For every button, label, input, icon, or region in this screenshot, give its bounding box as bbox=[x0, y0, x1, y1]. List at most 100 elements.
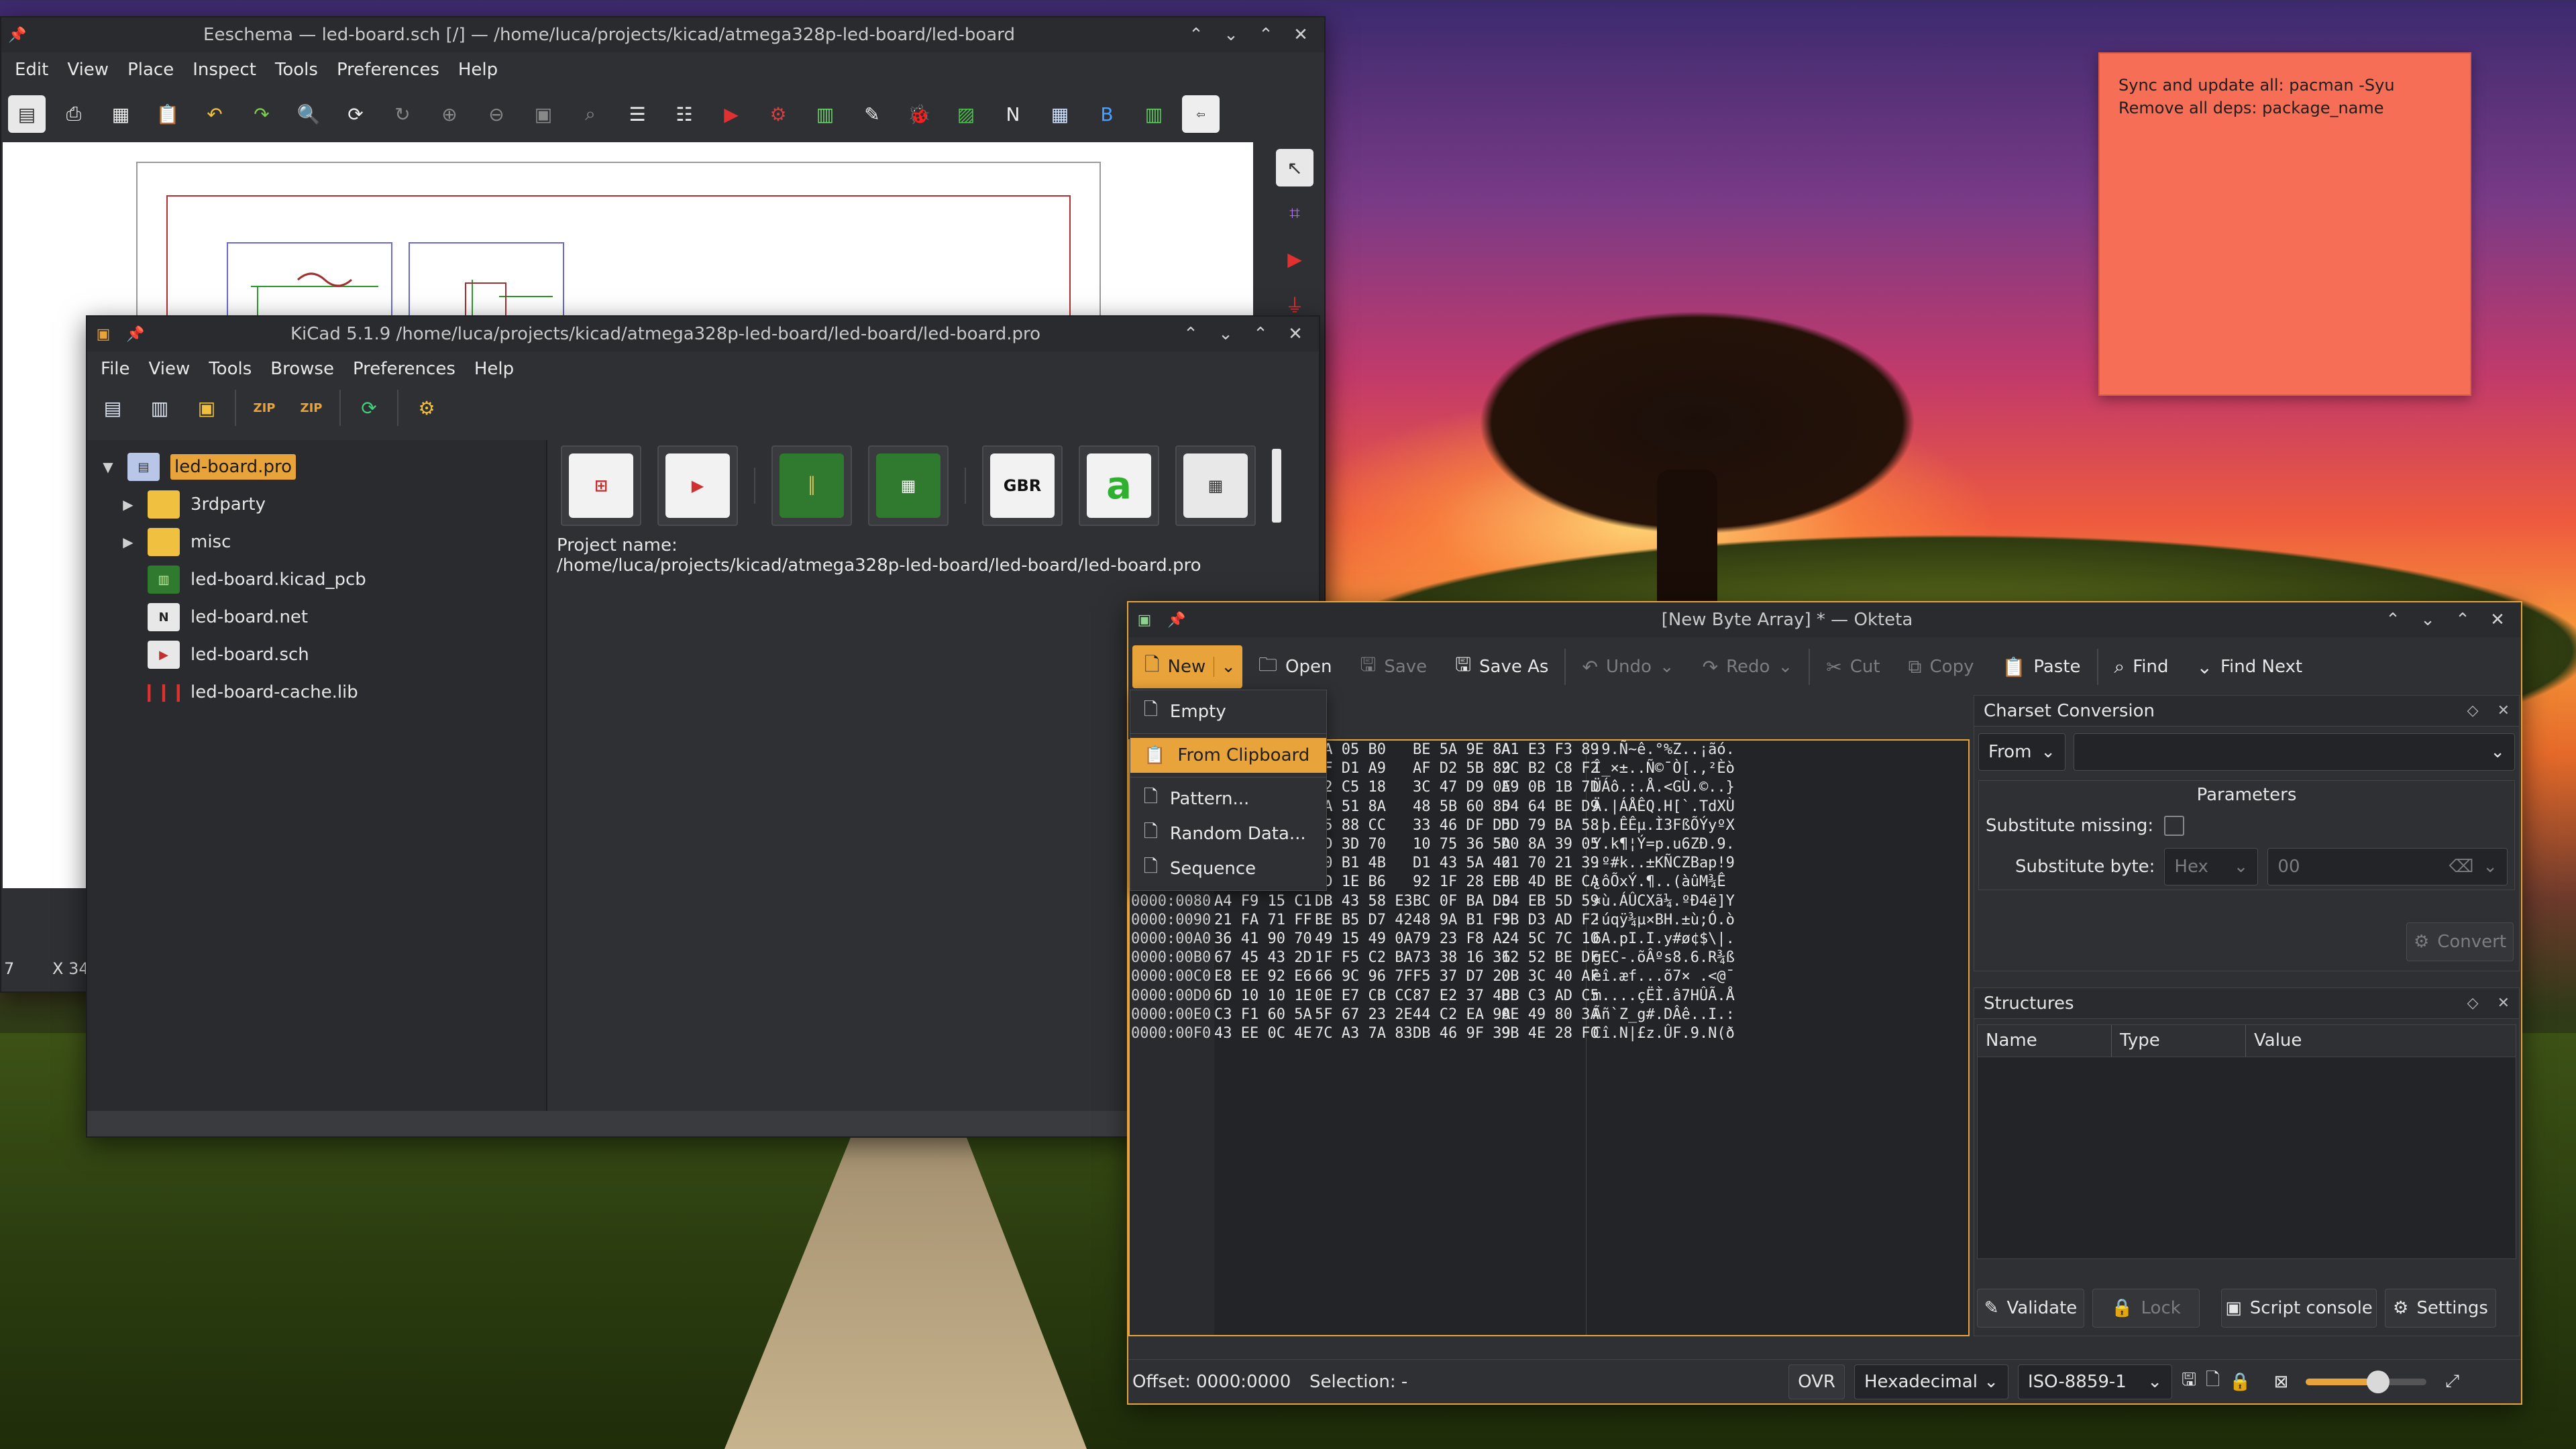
menu-edit[interactable]: Edit bbox=[5, 60, 58, 80]
clear-input-icon[interactable]: ⌫ bbox=[2449, 857, 2473, 877]
menu-item-from-clipboard[interactable]: 📋 From Clipboard bbox=[1130, 738, 1326, 773]
keep-above-icon[interactable]: ⌃ bbox=[1179, 323, 1202, 345]
assign-footprints-icon[interactable]: ▨ bbox=[947, 95, 985, 133]
paste-icon[interactable]: 📋 bbox=[149, 95, 186, 133]
lock-button[interactable]: 🔒 Lock bbox=[2092, 1289, 2200, 1328]
float-panel-icon[interactable]: ◇ bbox=[2467, 995, 2479, 1012]
maximize-icon[interactable]: ⌃ bbox=[1254, 23, 1277, 46]
script-console-button[interactable]: ▣ Script console bbox=[2221, 1289, 2377, 1328]
menu-item-sequence[interactable]: 🗋 Sequence bbox=[1130, 851, 1326, 886]
refresh-icon[interactable]: ↻ bbox=[384, 95, 421, 133]
direction-select[interactable]: From ⌄ bbox=[1978, 733, 2065, 771]
zoom-slider-handle[interactable] bbox=[2367, 1370, 2390, 1393]
lock-status-icon[interactable]: 🔒 bbox=[2229, 1372, 2251, 1392]
tree-item-3rdparty[interactable]: ▶ 3rdparty bbox=[99, 486, 546, 523]
undo-dropdown-icon[interactable]: ⌄ bbox=[1660, 657, 1674, 677]
substitute-byte-input[interactable]: 00 ⌫ ⌄ bbox=[2267, 848, 2508, 885]
new-button[interactable]: 🗋 New ⌄ bbox=[1132, 645, 1243, 688]
launch-symbol-editor[interactable]: ▶ bbox=[657, 445, 738, 526]
modified-status-icon[interactable]: 🗋 bbox=[2206, 1367, 2220, 1397]
launch-eeschema[interactable]: ⊞ bbox=[561, 445, 641, 526]
refresh-tree-icon[interactable]: ⟳ bbox=[350, 389, 388, 427]
pcbnew-icon[interactable]: ▥ bbox=[1135, 95, 1173, 133]
substitute-missing-checkbox[interactable] bbox=[2164, 816, 2185, 836]
back-annotate-icon[interactable]: ⇦ bbox=[1182, 95, 1220, 133]
symbol-editor-icon[interactable]: ▶ bbox=[712, 95, 750, 133]
zoom-slider[interactable] bbox=[2306, 1370, 2427, 1393]
charset-select[interactable]: ⌄ bbox=[2074, 733, 2515, 771]
fullscreen-icon[interactable]: ⤢ bbox=[2445, 1371, 2459, 1392]
open-project-icon[interactable]: ▣ bbox=[188, 389, 225, 427]
minimize-icon[interactable]: ⌄ bbox=[1214, 323, 1237, 345]
hierarchy-icon[interactable]: ☰ bbox=[619, 95, 656, 133]
launch-pcbnew[interactable]: ║ bbox=[771, 445, 852, 526]
bug-icon[interactable]: 🐞 bbox=[900, 95, 938, 133]
keep-above-icon[interactable]: ⌃ bbox=[2381, 608, 2404, 631]
zoom-fit-icon[interactable]: ⊠ bbox=[2273, 1372, 2288, 1392]
sticky-note[interactable]: Sync and update all: pacman -Syu Remove … bbox=[2098, 52, 2471, 396]
column-value[interactable]: Value bbox=[2246, 1025, 2516, 1057]
new-project-icon[interactable]: ▤ bbox=[94, 389, 131, 427]
erc-icon[interactable]: ✎ bbox=[853, 95, 891, 133]
maximize-icon[interactable]: ⌃ bbox=[2451, 608, 2474, 631]
menu-view[interactable]: View bbox=[58, 60, 118, 80]
redo-button[interactable]: ↷ Redo ⌄ bbox=[1690, 645, 1805, 688]
menu-place[interactable]: Place bbox=[118, 60, 183, 80]
redo-icon[interactable]: ↷ bbox=[243, 95, 280, 133]
save-status-icon[interactable]: 🖫 bbox=[2182, 1367, 2196, 1397]
tree-item-cache-lib[interactable]: ❙❙❙ led-board-cache.lib bbox=[99, 674, 546, 711]
print-icon[interactable]: ⎙ bbox=[55, 95, 93, 133]
unarchive-zip-icon[interactable]: ZIP bbox=[292, 389, 330, 427]
close-panel-icon[interactable]: ✕ bbox=[2498, 702, 2510, 719]
tree-item-misc[interactable]: ▶ misc bbox=[99, 523, 546, 561]
column-name[interactable]: Name bbox=[1978, 1025, 2112, 1057]
find-icon[interactable]: 🔍 bbox=[290, 95, 327, 133]
find-button[interactable]: ⌕ Find bbox=[2102, 645, 2181, 688]
new-sheet-icon[interactable]: ▤ bbox=[8, 95, 46, 133]
zoom-selection-icon[interactable]: ⌕ bbox=[572, 95, 609, 133]
menu-inspect[interactable]: Inspect bbox=[183, 60, 266, 80]
find-replace-icon[interactable]: ⟳ bbox=[337, 95, 374, 133]
zoom-out-icon[interactable]: ⊖ bbox=[478, 95, 515, 133]
pin-icon[interactable]: 📌 bbox=[119, 326, 152, 343]
save-as-button[interactable]: 🖫 Save As bbox=[1443, 645, 1560, 688]
menu-preferences[interactable]: Preferences bbox=[343, 359, 465, 379]
symbol-browser-icon[interactable]: ⚙ bbox=[759, 95, 797, 133]
new-from-template-icon[interactable]: ▥ bbox=[141, 389, 178, 427]
redo-dropdown-icon[interactable]: ⌄ bbox=[1778, 657, 1792, 677]
new-dropdown-icon[interactable]: ⌄ bbox=[1214, 657, 1236, 677]
menu-help[interactable]: Help bbox=[465, 359, 523, 379]
expand-arrow-icon[interactable]: ▶ bbox=[119, 534, 137, 550]
ovr-toggle[interactable]: OVR bbox=[1788, 1364, 1845, 1399]
keep-above-icon[interactable]: ⌃ bbox=[1185, 23, 1208, 46]
archive-zip-icon[interactable]: ZIP bbox=[246, 389, 283, 427]
highlight-net-icon[interactable]: ⌗ bbox=[1276, 195, 1313, 232]
menu-browse[interactable]: Browse bbox=[261, 359, 343, 379]
tree-root-row[interactable]: ▼ ▤ led-board.pro bbox=[99, 448, 546, 486]
plot-icon[interactable]: ▦ bbox=[102, 95, 140, 133]
bom-icon[interactable]: B bbox=[1088, 95, 1126, 133]
okteta-window[interactable]: ▣ 📌 [New Byte Array] * — Okteta ⌃ ⌄ ⌃ ✕ … bbox=[1127, 601, 2522, 1405]
menu-view[interactable]: View bbox=[140, 359, 200, 379]
zoom-fit-icon[interactable]: ▣ bbox=[525, 95, 562, 133]
validate-button[interactable]: ✎ Validate bbox=[1977, 1289, 2084, 1328]
structures-table[interactable]: Name Type Value bbox=[1977, 1024, 2516, 1259]
tree-item-net[interactable]: N led-board.net bbox=[99, 598, 546, 636]
charset-status-select[interactable]: ISO-8859-1 ⌄ bbox=[2018, 1364, 2172, 1399]
menu-item-empty[interactable]: 🗋 Empty bbox=[1130, 694, 1326, 729]
add-symbol-icon[interactable]: ▶ bbox=[1276, 240, 1313, 278]
menu-tools[interactable]: Tools bbox=[266, 60, 327, 80]
pin-icon[interactable]: 📌 bbox=[1, 27, 34, 44]
convert-button[interactable]: ⚙ Convert bbox=[2406, 922, 2514, 961]
okteta-titlebar[interactable]: ▣ 📌 [New Byte Array] * — Okteta ⌃ ⌄ ⌃ ✕ bbox=[1128, 602, 2521, 637]
menu-help[interactable]: Help bbox=[449, 60, 507, 80]
value-coding-select[interactable]: Hexadecimal ⌄ bbox=[1854, 1364, 2008, 1399]
pin-icon[interactable]: 📌 bbox=[1161, 612, 1193, 629]
tree-item-sch[interactable]: ▶ led-board.sch bbox=[99, 636, 546, 674]
eeschema-titlebar[interactable]: 📌 Eeschema — led-board.sch [/] — /home/l… bbox=[1, 17, 1324, 52]
menu-tools[interactable]: Tools bbox=[199, 359, 261, 379]
annotate-icon[interactable]: ▥ bbox=[806, 95, 844, 133]
launch-pcb-calculator[interactable]: ▦ bbox=[1175, 445, 1256, 526]
menu-preferences[interactable]: Preferences bbox=[327, 60, 449, 80]
browse-files-icon[interactable]: ⚙ bbox=[408, 389, 445, 427]
